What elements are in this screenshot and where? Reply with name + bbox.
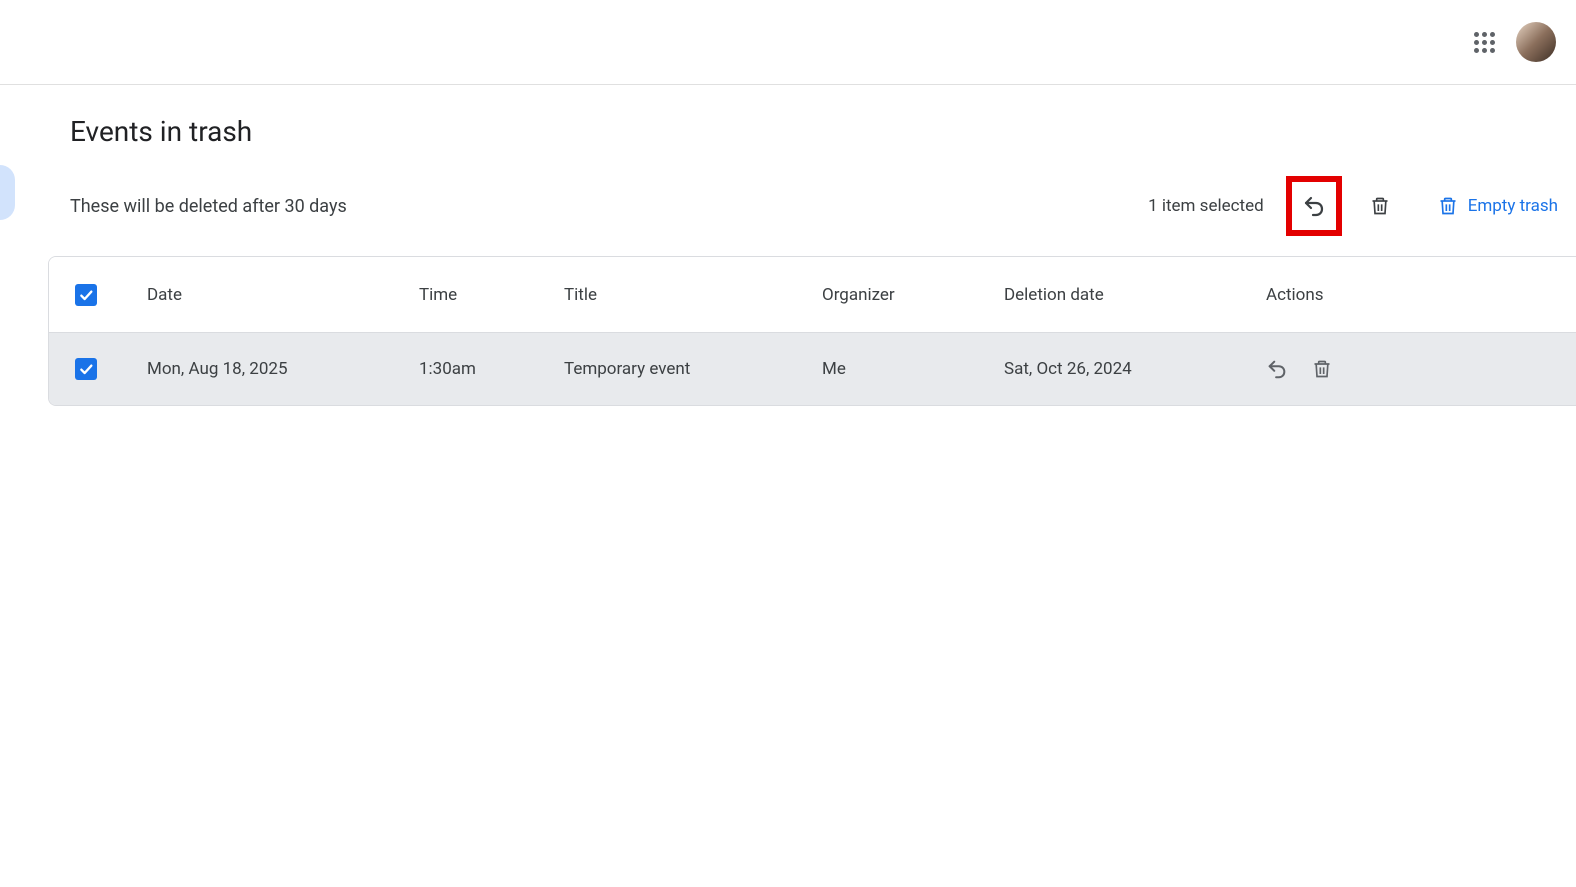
- row-restore-button[interactable]: [1266, 358, 1288, 380]
- row-title: Temporary event: [564, 359, 822, 379]
- toolbar: These will be deleted after 30 days 1 it…: [70, 176, 1576, 236]
- sidebar-sliver: [0, 165, 15, 220]
- restore-button[interactable]: [1302, 194, 1326, 218]
- trash-icon: [1438, 195, 1458, 217]
- column-header-actions: Actions: [1266, 285, 1406, 305]
- top-bar: [0, 0, 1576, 85]
- table-header: Date Time Title Organizer Deletion date …: [49, 257, 1576, 333]
- highlight-annotation: [1286, 176, 1342, 236]
- row-date: Mon, Aug 18, 2025: [147, 359, 419, 379]
- row-time: 1:30am: [419, 359, 564, 379]
- subtitle: These will be deleted after 30 days: [70, 196, 347, 217]
- column-header-organizer[interactable]: Organizer: [822, 285, 1004, 305]
- undo-icon: [1302, 194, 1326, 218]
- row-delete-button[interactable]: [1312, 358, 1332, 380]
- toolbar-actions: 1 item selected: [1148, 176, 1558, 236]
- column-header-deletion-date[interactable]: Deletion date: [1004, 285, 1266, 305]
- trash-icon: [1370, 195, 1390, 217]
- row-checkbox[interactable]: [75, 358, 97, 380]
- select-all-checkbox[interactable]: [75, 284, 97, 306]
- column-header-title[interactable]: Title: [564, 285, 822, 305]
- main-content: Events in trash These will be deleted af…: [0, 85, 1576, 406]
- trash-icon: [1312, 358, 1332, 380]
- empty-trash-button[interactable]: Empty trash: [1438, 195, 1558, 217]
- column-header-date[interactable]: Date: [147, 285, 419, 305]
- column-header-time[interactable]: Time: [419, 285, 564, 305]
- empty-trash-label: Empty trash: [1468, 196, 1558, 216]
- apps-grid-icon[interactable]: [1472, 30, 1496, 54]
- table-row[interactable]: Mon, Aug 18, 2025 1:30am Temporary event…: [49, 333, 1576, 405]
- avatar[interactable]: [1516, 22, 1556, 62]
- row-organizer: Me: [822, 359, 1004, 379]
- trash-table: Date Time Title Organizer Deletion date …: [48, 256, 1576, 406]
- delete-forever-button[interactable]: [1360, 186, 1400, 226]
- row-deletion-date: Sat, Oct 26, 2024: [1004, 359, 1266, 379]
- row-actions: [1266, 358, 1406, 380]
- page-title: Events in trash: [70, 115, 1576, 148]
- selected-count: 1 item selected: [1148, 196, 1264, 216]
- undo-icon: [1266, 358, 1288, 380]
